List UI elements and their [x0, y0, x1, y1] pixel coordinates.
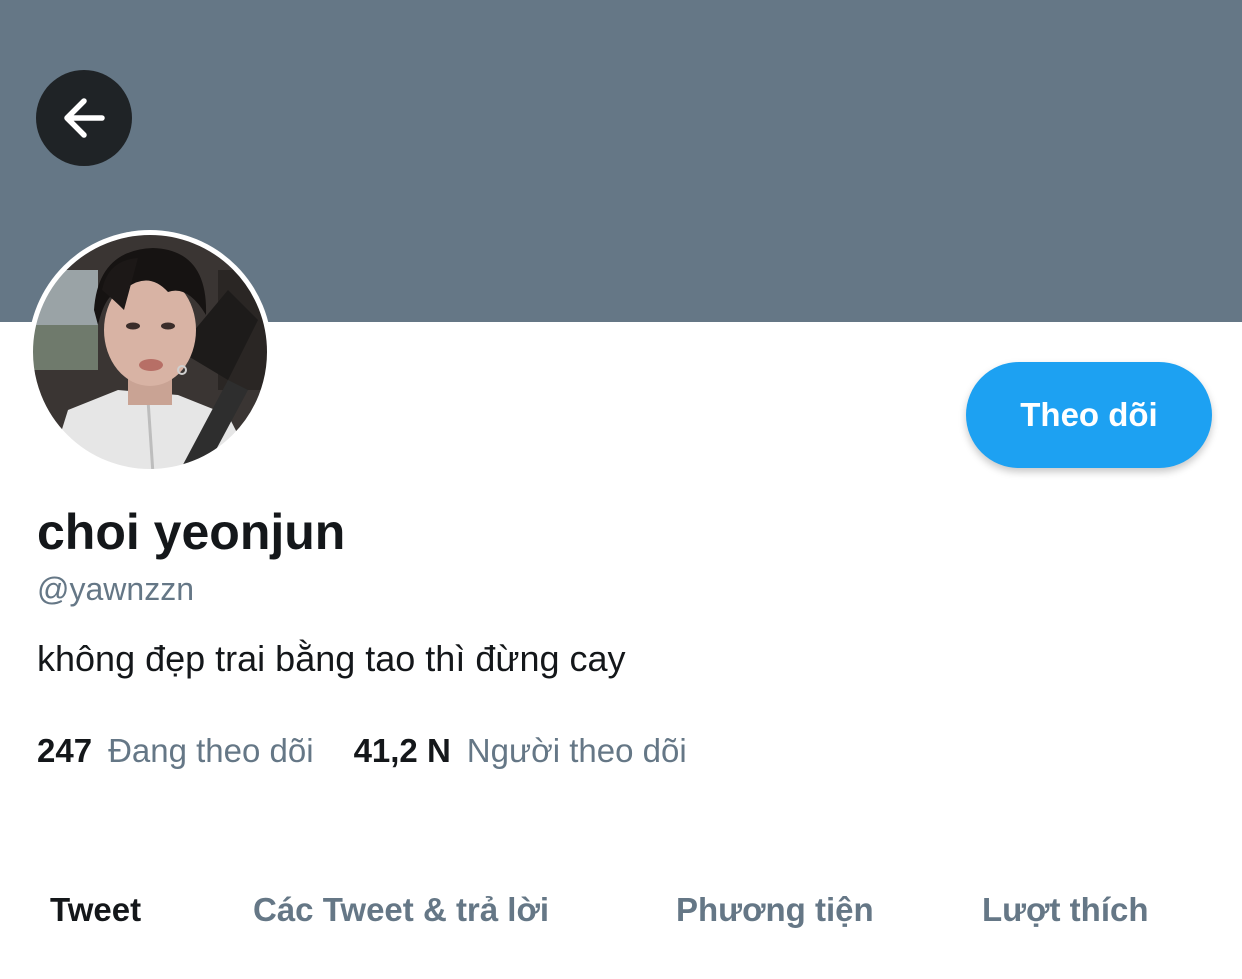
arrow-left-icon — [58, 92, 110, 144]
user-bio: không đẹp trai bằng tao thì đừng cay — [37, 638, 626, 679]
profile-photo — [29, 231, 271, 473]
follow-button[interactable]: Theo dõi — [966, 362, 1212, 468]
display-name: choi yeonjun — [37, 504, 346, 560]
follow-button-label: Theo dõi — [1020, 396, 1158, 433]
profile-stats: 247 Đang theo dõi 41,2 N Người theo dõi — [37, 731, 687, 771]
following-label: Đang theo dõi — [108, 732, 314, 769]
following-stat[interactable]: 247 Đang theo dõi — [37, 731, 314, 771]
back-button[interactable] — [36, 70, 132, 166]
followers-count: 41,2 N — [353, 732, 451, 769]
profile-page: Theo dõi choi yeonjun @yawnzzn không đẹp… — [0, 0, 1242, 979]
following-count: 247 — [37, 732, 93, 769]
followers-label: Người theo dõi — [466, 732, 687, 769]
user-handle: @yawnzzn — [37, 571, 194, 607]
tab-likes[interactable]: Lượt thích — [982, 890, 1149, 930]
tab-tweets-and-replies[interactable]: Các Tweet & trả lời — [253, 890, 549, 930]
tab-tweets[interactable]: Tweet — [50, 890, 141, 930]
followers-stat[interactable]: 41,2 N Người theo dõi — [354, 731, 687, 771]
tab-media[interactable]: Phương tiện — [676, 890, 874, 930]
profile-tabs: Tweet Các Tweet & trả lời Phương tiện Lư… — [0, 890, 1242, 950]
avatar[interactable] — [28, 230, 272, 474]
